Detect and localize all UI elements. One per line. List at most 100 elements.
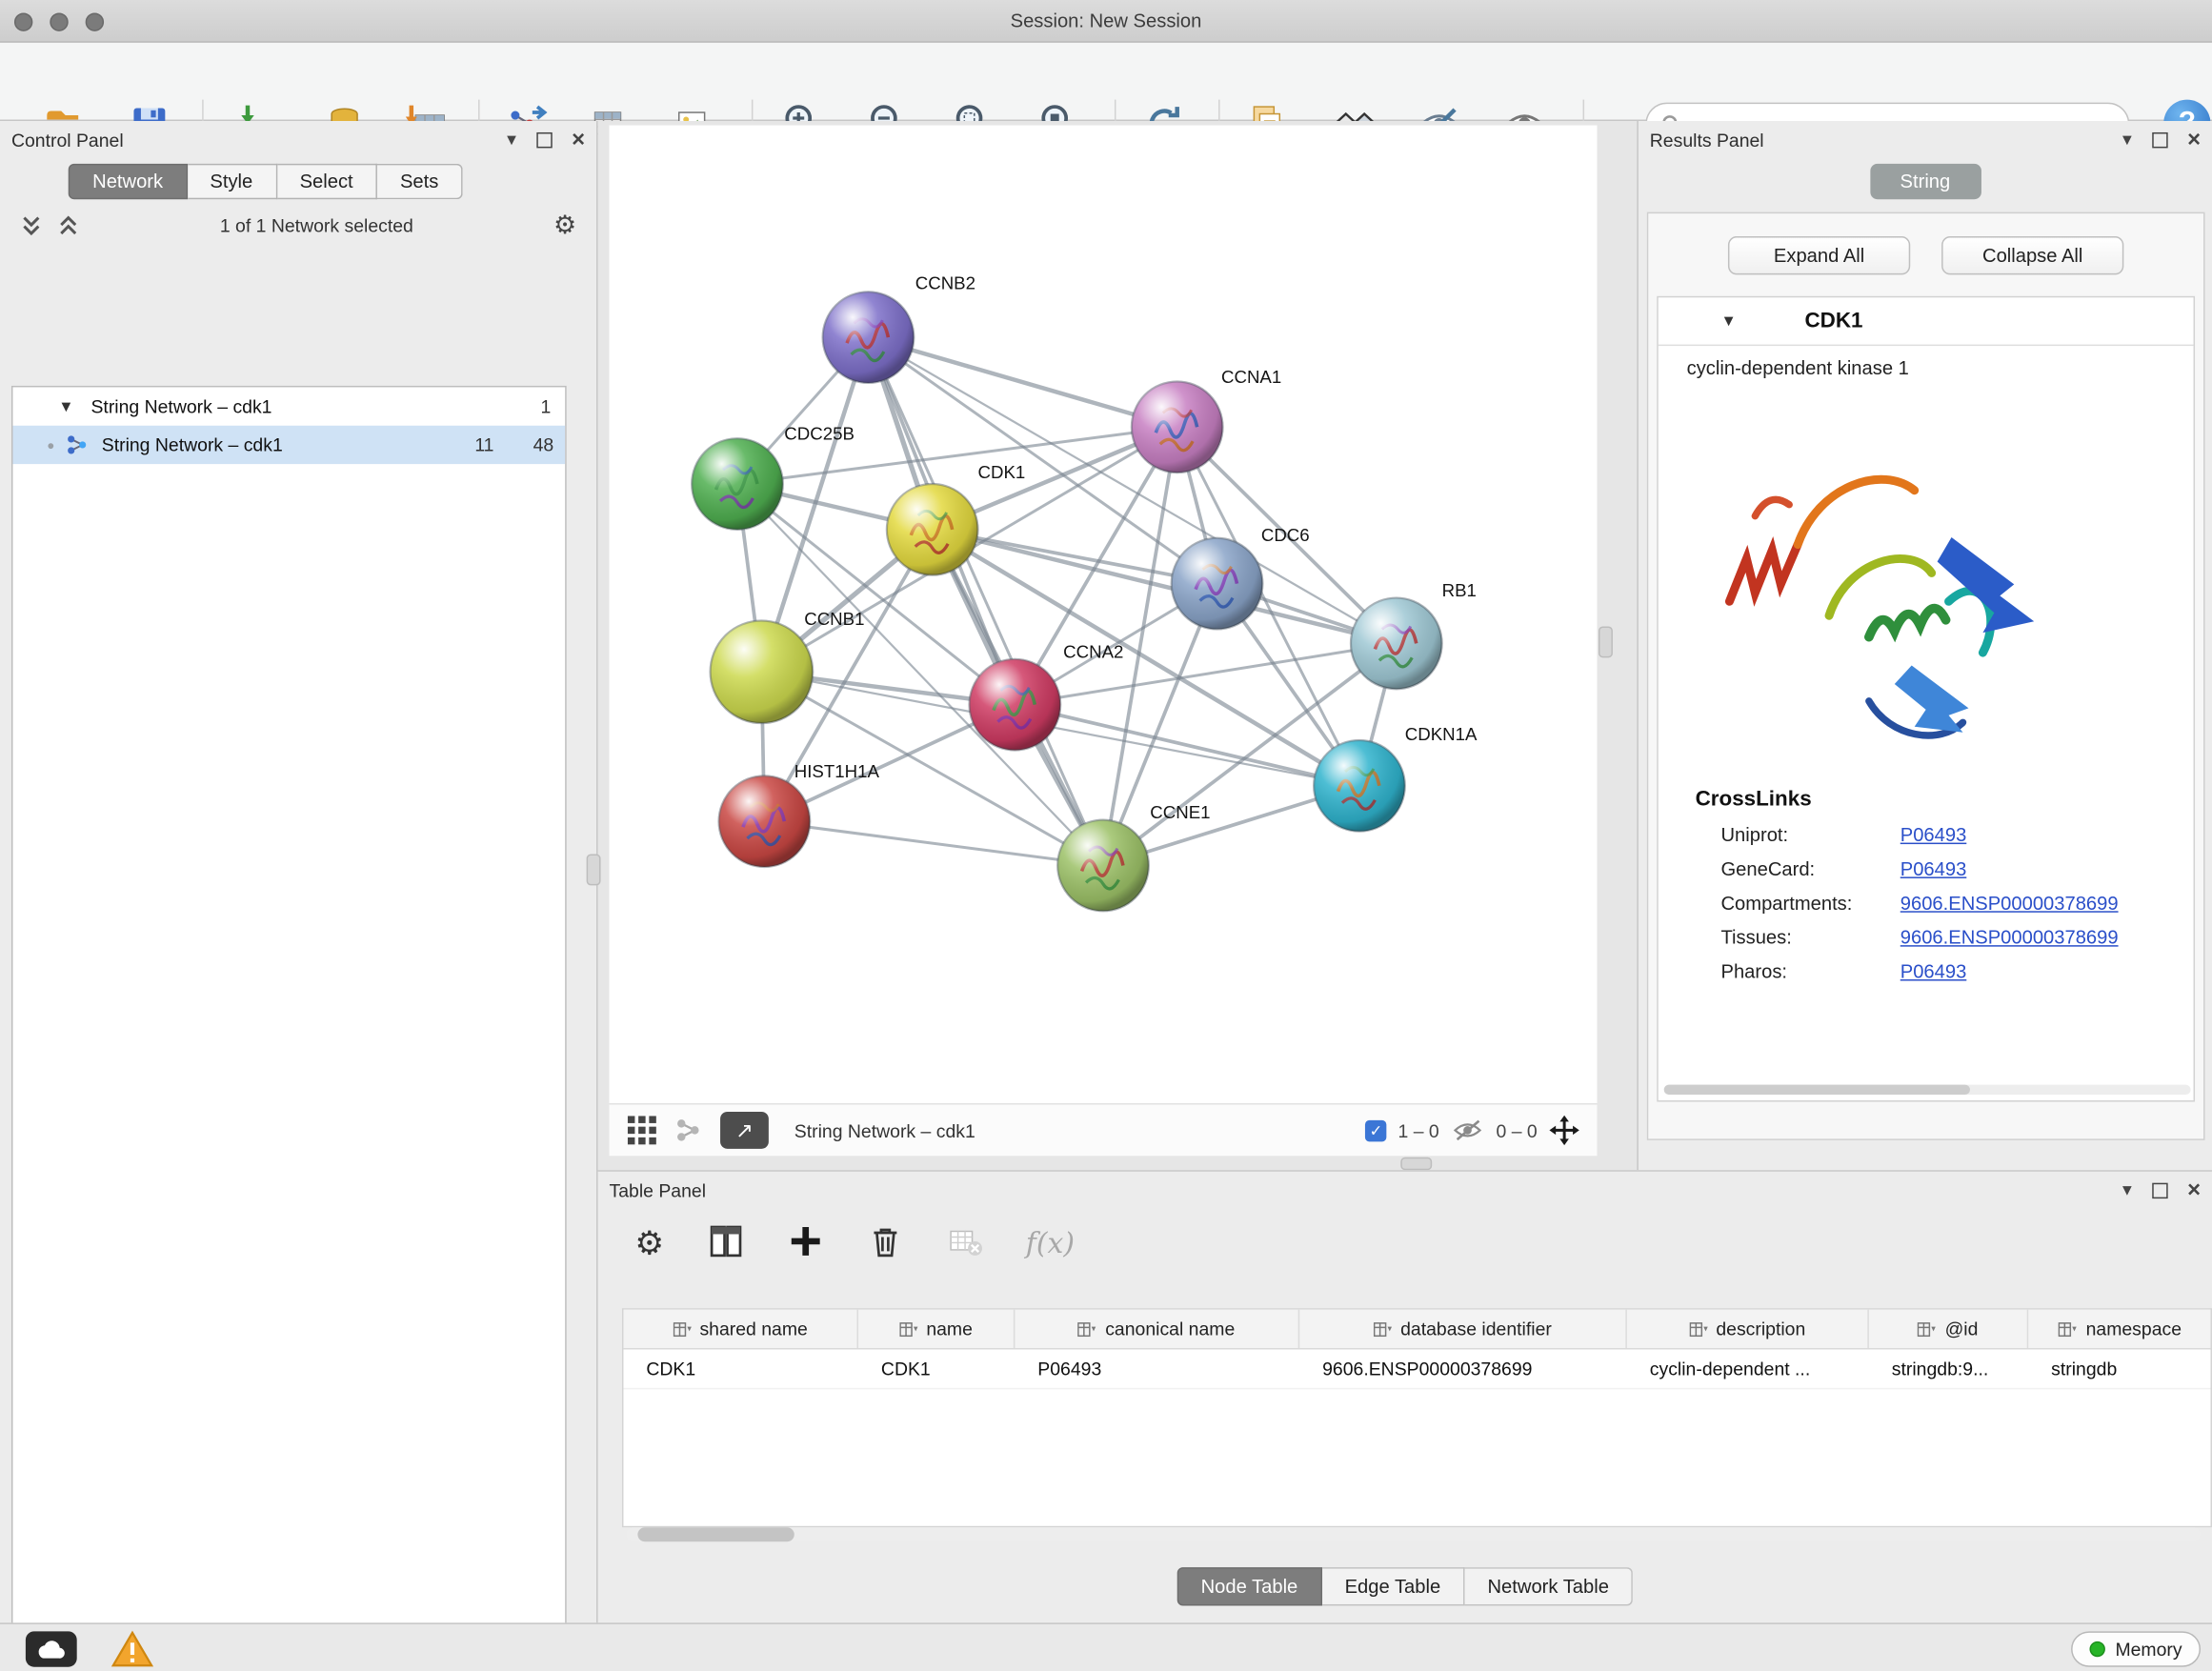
crosslink-label: GeneCard: xyxy=(1720,858,1900,879)
cloud-icon xyxy=(35,1640,67,1660)
selected-counts: 1 – 0 xyxy=(1398,1119,1439,1140)
options-gear-icon[interactable]: ⚙ xyxy=(553,210,576,239)
results-hscrollbar[interactable] xyxy=(1664,1085,2191,1095)
grid-view-icon[interactable] xyxy=(626,1115,657,1146)
add-column-icon[interactable] xyxy=(787,1222,824,1263)
crosslink-link[interactable]: P06493 xyxy=(1900,824,1967,845)
panel-menu-icon[interactable]: ▾ xyxy=(507,128,516,151)
table-header-row: shared namenamecanonical namedatabase id… xyxy=(623,1310,2210,1350)
network-canvas[interactable]: CCNB2CCNA1CDC25BCDK1CDC6RB1CCNB1CCNA2CDK… xyxy=(610,125,1598,1103)
close-panel-icon[interactable]: × xyxy=(2187,1182,2201,1198)
float-panel-icon[interactable] xyxy=(2152,1182,2167,1198)
function-builder-icon[interactable]: f(x) xyxy=(1026,1226,1075,1260)
table-toolbar: ⚙ f(x) xyxy=(598,1209,2212,1278)
protein-structure-image xyxy=(1699,398,2068,775)
memory-label: Memory xyxy=(2115,1639,2182,1660)
network-node-CCNA1[interactable]: CCNA1 xyxy=(1132,367,1281,473)
column-header-shared-name[interactable]: shared name xyxy=(623,1310,858,1348)
column-type-icon xyxy=(1078,1320,1096,1338)
float-panel-icon[interactable] xyxy=(2152,131,2167,147)
network-node-CCNB2[interactable]: CCNB2 xyxy=(823,272,975,383)
table-hscrollbar[interactable] xyxy=(626,1527,2201,1541)
maximize-window-button[interactable] xyxy=(86,12,104,30)
control-panel-title: Control Panel xyxy=(11,129,124,150)
expand-all-button[interactable]: Expand All xyxy=(1728,236,1910,274)
tab-edge-table[interactable]: Edge Table xyxy=(1322,1567,1465,1605)
crosshair-move-icon[interactable] xyxy=(1549,1115,1580,1146)
results-panel: Results Panel ▾ × String Expand All Coll… xyxy=(1637,121,2212,1170)
network-node-CDC25B[interactable]: CDC25B xyxy=(692,424,855,530)
warning-button[interactable] xyxy=(111,1630,154,1671)
show-columns-icon[interactable] xyxy=(707,1222,744,1263)
table-row[interactable]: CDK1CDK1P064939606.ENSP00000378699cyclin… xyxy=(623,1350,2210,1390)
result-gene-description: cyclin-dependent kinase 1 xyxy=(1687,357,2194,378)
node-label: CDK1 xyxy=(978,462,1026,482)
network-node-RB1[interactable]: RB1 xyxy=(1351,580,1477,689)
collapse-all-icon[interactable] xyxy=(20,212,43,236)
tab-string[interactable]: String xyxy=(1870,164,1981,199)
memory-button[interactable]: Memory xyxy=(2071,1631,2201,1666)
delete-column-icon[interactable] xyxy=(866,1222,903,1263)
network-row[interactable]: ● String Network – cdk1 11 48 xyxy=(12,426,565,464)
crosslink-link[interactable]: 9606.ENSP00000378699 xyxy=(1900,927,2119,948)
node-table: shared namenamecanonical namedatabase id… xyxy=(622,1308,2212,1527)
tab-sets[interactable]: Sets xyxy=(377,164,463,199)
network-node-HIST1H1A[interactable]: HIST1H1A xyxy=(719,761,880,867)
table-cell: cyclin-dependent ... xyxy=(1627,1350,1869,1388)
column-header-database-identifier[interactable]: database identifier xyxy=(1299,1310,1627,1348)
selected-checkbox-icon[interactable]: ✓ xyxy=(1365,1119,1386,1140)
expand-all-icon[interactable] xyxy=(57,212,80,236)
crosslink-link[interactable]: P06493 xyxy=(1900,961,1967,982)
node-label: CDKN1A xyxy=(1405,724,1478,744)
table-cell: stringdb:9... xyxy=(1869,1350,2028,1388)
crosslink-link[interactable]: P06493 xyxy=(1900,858,1967,879)
close-panel-icon[interactable]: × xyxy=(572,131,585,147)
column-header-canonical-name[interactable]: canonical name xyxy=(1015,1310,1299,1348)
current-network-bullet-icon: ● xyxy=(47,437,54,452)
tab-style[interactable]: Style xyxy=(188,164,277,199)
tab-network[interactable]: Network xyxy=(69,164,188,199)
result-gene-name: CDK1 xyxy=(1804,309,1862,332)
column-header-namespace[interactable]: namespace xyxy=(2028,1310,2212,1348)
tab-network-table[interactable]: Network Table xyxy=(1465,1567,1634,1605)
collapse-all-button[interactable]: Collapse All xyxy=(1941,236,2123,274)
table-options-gear-icon[interactable]: ⚙ xyxy=(634,1223,664,1261)
crosslink-label: Compartments: xyxy=(1720,893,1900,914)
panel-menu-icon[interactable]: ▾ xyxy=(2122,1178,2132,1201)
network-collection-row[interactable]: ▼ String Network – cdk1 1 xyxy=(12,387,565,425)
result-entry-header[interactable]: ▼ CDK1 xyxy=(1659,297,2194,346)
left-splitter-handle[interactable] xyxy=(587,855,601,886)
column-header-name[interactable]: name xyxy=(858,1310,1015,1348)
collapse-entry-icon[interactable]: ▼ xyxy=(1720,312,1736,330)
network-node-CDK1[interactable]: CDK1 xyxy=(887,462,1025,575)
node-label: CCNA1 xyxy=(1221,367,1281,387)
bottom-splitter-handle[interactable] xyxy=(1400,1158,1432,1170)
disclosure-icon[interactable]: ▼ xyxy=(58,398,73,415)
node-label: CCNE1 xyxy=(1150,802,1210,822)
column-header-description[interactable]: description xyxy=(1627,1310,1869,1348)
open-in-new-window-button[interactable]: ↗ xyxy=(720,1112,769,1149)
close-panel-icon[interactable]: × xyxy=(2187,131,2201,147)
network-node-CCNB1[interactable]: CCNB1 xyxy=(711,609,865,723)
column-header--id[interactable]: @id xyxy=(1869,1310,2028,1348)
node-label: CDC25B xyxy=(784,424,855,444)
table-cell: CDK1 xyxy=(623,1350,858,1388)
right-splitter-handle[interactable] xyxy=(1599,626,1613,657)
panel-menu-icon[interactable]: ▾ xyxy=(2122,128,2132,151)
crosslink-link[interactable]: 9606.ENSP00000378699 xyxy=(1900,893,2119,914)
float-panel-icon[interactable] xyxy=(536,131,552,147)
table-cell: 9606.ENSP00000378699 xyxy=(1299,1350,1627,1388)
warning-icon xyxy=(111,1630,154,1668)
tab-node-table[interactable]: Node Table xyxy=(1176,1567,1322,1605)
network-graph[interactable]: CCNB2CCNA1CDC25BCDK1CDC6RB1CCNB1CCNA2CDK… xyxy=(610,125,1598,1103)
control-panel: Control Panel ▾ × NetworkStyleSelectSets… xyxy=(0,121,598,1622)
close-window-button[interactable] xyxy=(14,12,32,30)
cloud-button[interactable] xyxy=(26,1631,77,1666)
node-label: CCNB1 xyxy=(804,609,864,629)
minimize-window-button[interactable] xyxy=(50,12,68,30)
tab-select[interactable]: Select xyxy=(277,164,377,199)
network-node-CDKN1A[interactable]: CDKN1A xyxy=(1314,724,1478,832)
network-node-CDC6[interactable]: CDC6 xyxy=(1172,525,1310,630)
scrollbar-thumb[interactable] xyxy=(637,1527,794,1541)
network-list-icon[interactable] xyxy=(674,1116,703,1144)
